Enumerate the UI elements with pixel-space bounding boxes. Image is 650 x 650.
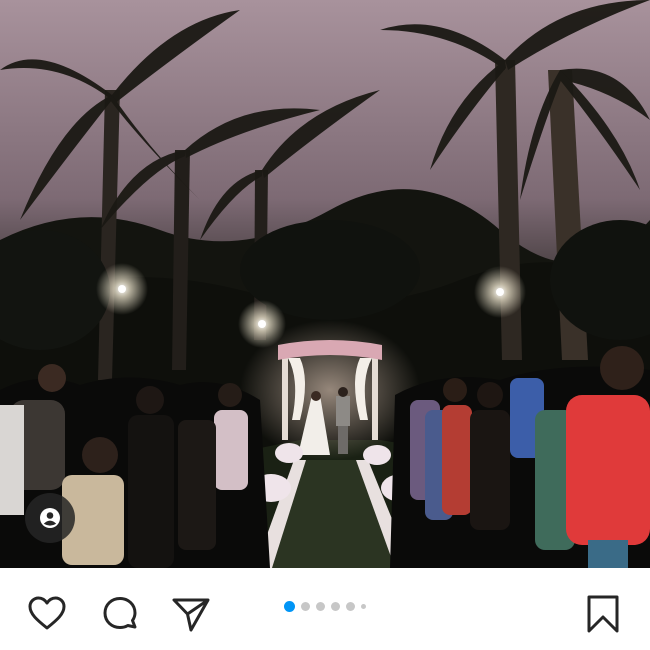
carousel-dot-1 [284,601,295,612]
carousel-dot-2 [301,602,310,611]
carousel-dot-4 [331,602,340,611]
carousel-dot-6 [361,604,366,609]
share-button[interactable] [167,590,215,638]
like-button[interactable] [23,590,71,638]
paper-plane-icon [172,598,210,632]
comment-button[interactable] [96,590,144,638]
comment-bubble-icon [103,597,137,629]
carousel-dot-3 [316,602,325,611]
user-tag-button[interactable] [25,493,75,543]
post-photo[interactable] [0,0,650,568]
wedding-ceremony-photo [0,0,650,568]
save-button[interactable] [579,590,627,638]
bookmark-icon [587,595,619,633]
carousel-dot-5 [346,602,355,611]
carousel-indicator [0,601,650,612]
user-tag-icon [40,508,60,528]
heart-icon [28,596,66,630]
